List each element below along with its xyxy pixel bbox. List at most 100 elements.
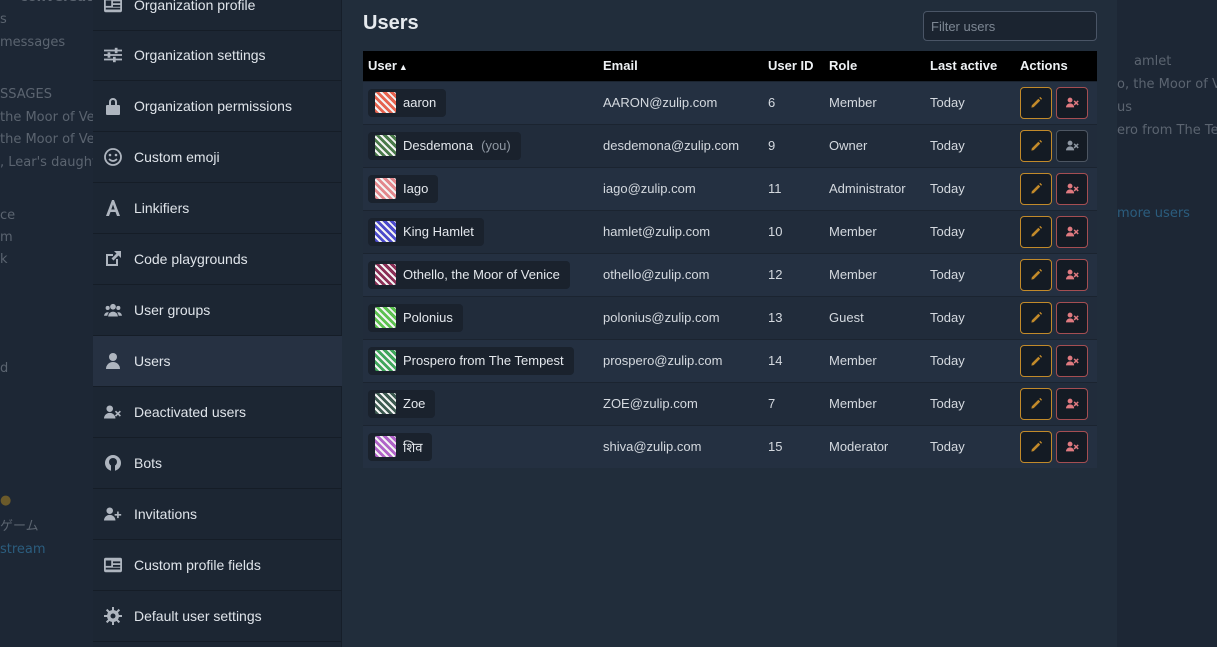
sidebar-item-default-user-settings[interactable]: Default user settings bbox=[93, 591, 342, 642]
email-cell: hamlet@zulip.com bbox=[598, 209, 763, 253]
user-name: Prospero from The Tempest bbox=[403, 353, 564, 368]
bg-text: m bbox=[0, 230, 13, 245]
user-plus-icon bbox=[103, 504, 123, 524]
column-header-role[interactable]: Role bbox=[824, 51, 925, 81]
user-name: Othello, the Moor of Venice bbox=[403, 267, 560, 282]
user-cell: Polonius bbox=[363, 295, 598, 339]
deactivate-user-button[interactable] bbox=[1056, 86, 1088, 119]
bg-link: more users bbox=[1117, 206, 1190, 221]
table-row: King Hamlet hamlet@zulip.com 10 Member T… bbox=[363, 209, 1097, 253]
edit-user-button[interactable] bbox=[1020, 430, 1052, 463]
user-pill[interactable]: शिव bbox=[368, 432, 433, 461]
edit-user-button[interactable] bbox=[1020, 301, 1052, 334]
user-id-cell: 7 bbox=[763, 381, 824, 425]
user-pill[interactable]: aaron bbox=[368, 88, 447, 117]
sidebar-item-organization-permissions[interactable]: Organization permissions bbox=[93, 81, 342, 132]
deactivate-user-button[interactable] bbox=[1056, 172, 1088, 205]
sidebar-item-organization-settings[interactable]: Organization settings bbox=[93, 30, 342, 81]
user-cell: Prospero from The Tempest bbox=[363, 338, 598, 382]
deactivate-user-button[interactable] bbox=[1056, 215, 1088, 248]
user-pill[interactable]: Iago bbox=[368, 174, 439, 203]
sidebar-item-bots[interactable]: Bots bbox=[93, 438, 342, 489]
pencil-icon bbox=[1030, 139, 1042, 151]
user-id-cell: 9 bbox=[763, 123, 824, 167]
edit-user-button[interactable] bbox=[1020, 129, 1052, 162]
bg-text: o, the Moor of Veni bbox=[1117, 77, 1217, 92]
deactivate-user-button[interactable] bbox=[1056, 387, 1088, 420]
user-id-cell: 6 bbox=[763, 80, 824, 124]
column-header-user[interactable]: User ▲ bbox=[363, 51, 598, 81]
deactivate-user-button[interactable] bbox=[1056, 344, 1088, 377]
user-times-icon bbox=[1065, 312, 1079, 323]
role-cell: Guest bbox=[824, 295, 925, 339]
edit-user-button[interactable] bbox=[1020, 86, 1052, 119]
sidebar-item-organization-profile[interactable]: Organization profile bbox=[93, 0, 342, 31]
users-icon bbox=[103, 300, 123, 320]
bg-text: the Moor of Veni bbox=[0, 132, 93, 147]
email-cell: prospero@zulip.com bbox=[598, 338, 763, 382]
emoji-icon: ● bbox=[0, 493, 12, 508]
user-pill[interactable]: Othello, the Moor of Venice bbox=[368, 260, 570, 289]
column-header-last-active[interactable]: Last active bbox=[925, 51, 1015, 81]
user-pill[interactable]: Zoe bbox=[368, 389, 436, 418]
actions-cell bbox=[1015, 252, 1097, 296]
user-pill[interactable]: Desdemona (you) bbox=[368, 131, 521, 160]
user-id-cell: 14 bbox=[763, 338, 824, 382]
table-row: aaron AARON@zulip.com 6 Member Today bbox=[363, 80, 1097, 124]
settings-overlay: Organization profile Organization settin… bbox=[93, 0, 1117, 647]
sidebar-item-custom-profile-fields[interactable]: Custom profile fields bbox=[93, 540, 342, 591]
edit-user-button[interactable] bbox=[1020, 258, 1052, 291]
sidebar-item-code-playgrounds[interactable]: Code playgrounds bbox=[93, 234, 342, 285]
deactivate-user-button[interactable] bbox=[1056, 430, 1088, 463]
bg-text: SSAGES bbox=[0, 87, 52, 102]
sidebar-item-deactivated-users[interactable]: Deactivated users bbox=[93, 387, 342, 438]
users-panel: Users User▲ Email User ID Role Last acti… bbox=[342, 0, 1117, 647]
column-header-user-id[interactable]: User ID bbox=[763, 51, 824, 81]
user-pill[interactable]: Prospero from The Tempest bbox=[368, 346, 574, 375]
user-name: King Hamlet bbox=[403, 224, 474, 239]
pencil-icon bbox=[1030, 397, 1042, 409]
user-name: Polonius bbox=[403, 310, 453, 325]
edit-user-button[interactable] bbox=[1020, 172, 1052, 205]
avatar bbox=[375, 221, 396, 242]
sidebar-item-label: Custom emoji bbox=[134, 149, 220, 165]
sidebar-item-invitations[interactable]: Invitations bbox=[93, 489, 342, 540]
sidebar-item-label: Linkifiers bbox=[134, 200, 190, 216]
sidebar-item-user-groups[interactable]: User groups bbox=[93, 285, 342, 336]
sort-ascending-icon: ▲ bbox=[398, 62, 408, 73]
sidebar-item-users[interactable]: Users bbox=[93, 336, 342, 387]
id-card-icon bbox=[103, 555, 123, 575]
user-pill[interactable]: King Hamlet bbox=[368, 217, 484, 246]
user-cell: Zoe bbox=[363, 381, 598, 425]
email-cell: othello@zulip.com bbox=[598, 252, 763, 296]
actions-cell bbox=[1015, 424, 1097, 468]
edit-user-button[interactable] bbox=[1020, 344, 1052, 377]
last-active-cell: Today bbox=[925, 252, 1015, 296]
column-header-email[interactable]: Email bbox=[598, 51, 763, 81]
pencil-icon bbox=[1030, 225, 1042, 237]
sidebar-item-linkifiers[interactable]: Linkifiers bbox=[93, 183, 342, 234]
table-row: शिव shiva@zulip.com 15 Moderator Today bbox=[363, 424, 1097, 468]
bg-text: conversations bbox=[20, 0, 93, 5]
sidebar-item-custom-emoji[interactable]: Custom emoji bbox=[93, 132, 342, 183]
user-cell: शिव bbox=[363, 424, 598, 468]
filter-users-input[interactable] bbox=[923, 11, 1097, 41]
sidebar-item-label: User groups bbox=[134, 302, 211, 318]
bg-text: d bbox=[0, 361, 9, 376]
edit-user-button[interactable] bbox=[1020, 215, 1052, 248]
sidebar-item-label: Organization settings bbox=[134, 47, 266, 63]
deactivate-user-button[interactable] bbox=[1056, 129, 1088, 162]
user-pill[interactable]: Polonius bbox=[368, 303, 463, 332]
bg-text: ero from The Temp bbox=[1117, 123, 1217, 138]
bg-text: , Lear's daughte bbox=[0, 155, 93, 170]
external-link-icon bbox=[103, 249, 123, 269]
user-id-cell: 10 bbox=[763, 209, 824, 253]
deactivate-user-button[interactable] bbox=[1056, 301, 1088, 334]
user-name: Desdemona bbox=[403, 138, 474, 153]
deactivate-user-button[interactable] bbox=[1056, 258, 1088, 291]
role-cell: Owner bbox=[824, 123, 925, 167]
role-cell: Member bbox=[824, 338, 925, 382]
actions-cell bbox=[1015, 209, 1097, 253]
edit-user-button[interactable] bbox=[1020, 387, 1052, 420]
sidebar-item-label: Users bbox=[134, 353, 171, 369]
